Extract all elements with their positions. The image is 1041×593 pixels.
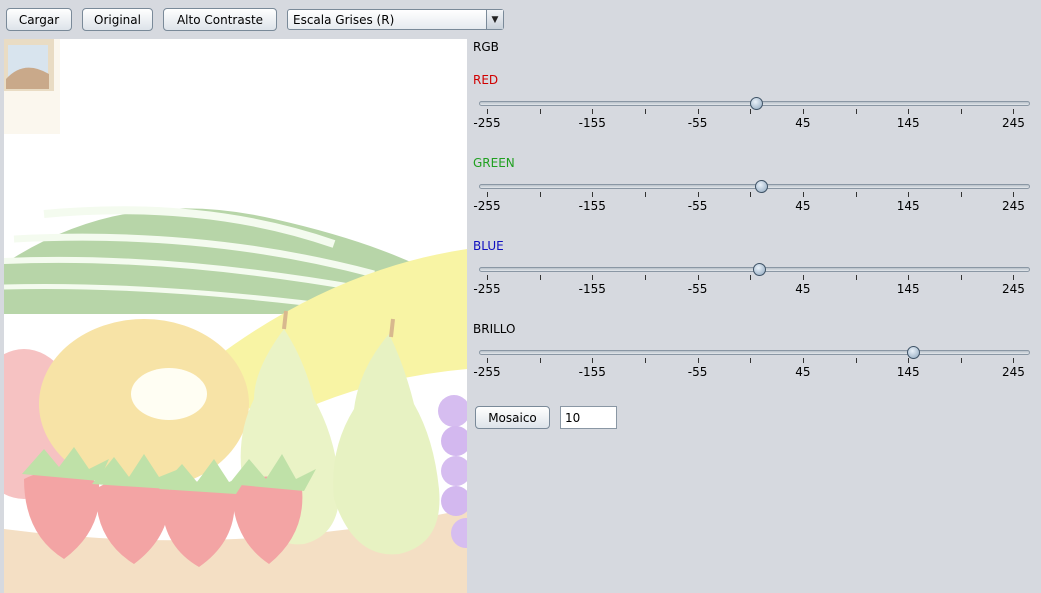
- slider-tick: [697, 192, 699, 197]
- load-button[interactable]: Cargar: [6, 8, 72, 31]
- slider-tick: [644, 109, 646, 114]
- filter-select[interactable]: Escala Grises (R) ▼: [287, 9, 504, 30]
- slider-tick-label: -155: [578, 282, 606, 296]
- slider-tick-label: 245: [1002, 282, 1025, 296]
- brightness-slider[interactable]: -255 -155 -55 45 145 245: [473, 346, 1035, 386]
- slider-tick: [855, 275, 857, 280]
- slider-track[interactable]: [479, 350, 1030, 355]
- slider-tick-label: -255: [473, 365, 501, 379]
- slider-tick-label: 245: [1002, 365, 1025, 379]
- slider-thumb[interactable]: [749, 97, 763, 110]
- slider-tick: [908, 275, 910, 280]
- slider-tick-label: 145: [896, 365, 920, 379]
- slider-tick: [1013, 109, 1015, 114]
- slider-tick-label: -155: [578, 365, 606, 379]
- slider-tick-label: -155: [578, 116, 606, 130]
- slider-tick: [487, 275, 488, 280]
- image-preview: [4, 39, 467, 593]
- slider-tick-label: 45: [795, 199, 811, 213]
- slider-tick: [908, 109, 910, 114]
- slider-tick: [855, 192, 857, 197]
- slider-tick-label: 245: [1002, 199, 1025, 213]
- slider-tick: [802, 275, 804, 280]
- slider-tick: [487, 109, 488, 114]
- slider-tick: [750, 192, 752, 197]
- slider-tick-label: -255: [473, 199, 501, 213]
- rgb-mode-label: RGB: [473, 40, 499, 54]
- slider-tick: [908, 192, 910, 197]
- slider-tick-label: 145: [896, 199, 920, 213]
- slider-tick: [644, 358, 646, 363]
- slider-tick: [802, 358, 804, 363]
- slider-tick: [855, 358, 857, 363]
- slider-tick: [592, 109, 594, 114]
- slider-tick-label: -255: [473, 116, 501, 130]
- slider-tick-label: 45: [795, 116, 811, 130]
- slider-tick: [539, 192, 541, 197]
- slider-tick: [487, 192, 488, 197]
- green-slider-label: GREEN: [473, 156, 515, 170]
- slider-tick-label: -55: [687, 116, 708, 130]
- slider-tick: [750, 109, 752, 114]
- slider-tick: [960, 275, 962, 280]
- slider-tick: [908, 358, 910, 363]
- slider-tick: [802, 192, 804, 197]
- slider-tick: [1013, 192, 1015, 197]
- slider-tick: [750, 358, 752, 363]
- slider-tick: [592, 275, 594, 280]
- slider-tick-label: -55: [687, 282, 708, 296]
- red-slider[interactable]: -255 -155 -55 45 145 245: [473, 97, 1035, 137]
- slider-tick-label: -255: [473, 282, 501, 296]
- blue-slider-label: BLUE: [473, 239, 504, 253]
- slider-tick: [644, 275, 646, 280]
- slider-thumb[interactable]: [752, 263, 766, 276]
- slider-tick: [802, 109, 804, 114]
- slider-tick: [1013, 275, 1015, 280]
- high-contrast-button[interactable]: Alto Contraste: [163, 8, 277, 31]
- green-slider[interactable]: -255 -155 -55 45 145 245: [473, 180, 1035, 220]
- slider-tick: [960, 192, 962, 197]
- mosaic-button[interactable]: Mosaico: [475, 406, 550, 429]
- red-slider-label: RED: [473, 73, 499, 87]
- slider-tick: [592, 358, 594, 363]
- slider-tick-label: 45: [795, 282, 811, 296]
- fruit-bowl-image: [4, 39, 467, 593]
- slider-tick: [697, 358, 699, 363]
- slider-tick: [697, 275, 699, 280]
- slider-tick: [592, 192, 594, 197]
- slider-tick-label: 145: [896, 282, 920, 296]
- slider-tick: [644, 192, 646, 197]
- slider-tick-label: 45: [795, 365, 811, 379]
- slider-tick: [487, 358, 488, 363]
- slider-tick-label: -55: [687, 365, 708, 379]
- slider-tick-label: 145: [896, 116, 920, 130]
- slider-tick: [855, 109, 857, 114]
- filter-select-value: Escala Grises (R): [293, 13, 395, 27]
- slider-tick-label: -55: [687, 199, 708, 213]
- slider-tick: [960, 109, 962, 114]
- slider-tick: [539, 358, 541, 363]
- mosaic-size-input[interactable]: [560, 406, 617, 429]
- slider-thumb[interactable]: [754, 180, 768, 193]
- slider-tick: [960, 358, 962, 363]
- slider-tick: [697, 109, 699, 114]
- slider-tick: [1013, 358, 1015, 363]
- slider-tick-label: -155: [578, 199, 606, 213]
- slider-tick: [539, 275, 541, 280]
- slider-tick: [539, 109, 541, 114]
- blue-slider[interactable]: -255 -155 -55 45 145 245: [473, 263, 1035, 303]
- original-button[interactable]: Original: [82, 8, 153, 31]
- chevron-down-icon[interactable]: ▼: [486, 10, 503, 29]
- brightness-slider-label: BRILLO: [473, 322, 516, 336]
- slider-tick: [750, 275, 752, 280]
- slider-tick-label: 245: [1002, 116, 1025, 130]
- slider-thumb[interactable]: [907, 346, 921, 359]
